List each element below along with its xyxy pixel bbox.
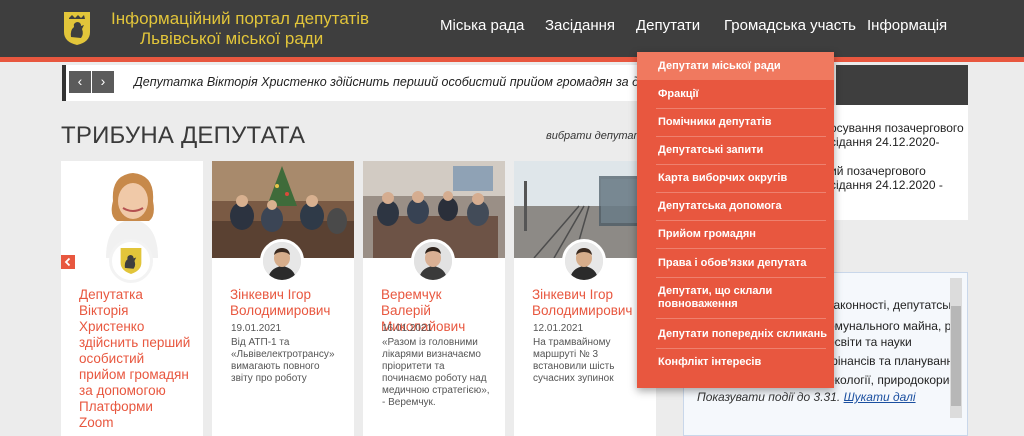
- event-item[interactable]: екології, природокорис: [828, 373, 955, 387]
- ticker-headline[interactable]: Депутатка Вікторія Христенко здійснить п…: [134, 75, 682, 89]
- lviv-coat-of-arms-icon: [120, 248, 142, 274]
- menu-separator: [656, 192, 826, 193]
- menu-item-citizen-reception[interactable]: Прийом громадян: [637, 228, 834, 241]
- person-avatar-icon: [414, 242, 452, 280]
- menu-item-deputy-requests[interactable]: Депутатські запити: [637, 144, 834, 157]
- card-deputy-name[interactable]: Зінкевич Ігор Володимирович: [532, 287, 642, 319]
- nav-information[interactable]: Інформація: [867, 17, 947, 34]
- card-summary[interactable]: «Разом із головними лікарями визначаємо …: [382, 337, 494, 409]
- lviv-coat-of-arms-icon[interactable]: [62, 10, 92, 46]
- menu-item-assistants[interactable]: Помічники депутатів: [637, 116, 834, 129]
- announcements-panel: осування позачергового сідання 24.12.202…: [830, 105, 968, 220]
- lviv-logo-avatar: [109, 239, 153, 283]
- menu-item-deputy-assistance[interactable]: Депутатська допомога: [637, 200, 834, 213]
- ticker-prev-button[interactable]: ‹: [69, 71, 91, 93]
- card-summary[interactable]: На трамвайному маршруті № 3 встановили ш…: [533, 337, 625, 385]
- carousel-prev-button[interactable]: [61, 255, 75, 269]
- menu-separator: [656, 248, 826, 249]
- deputy-card[interactable]: Депутатка Вікторія Христенко здійснить п…: [61, 161, 203, 436]
- section-title: ТРИБУНА ДЕПУТАТА: [61, 122, 306, 149]
- menu-separator: [656, 277, 826, 278]
- site-header: Інформаційний портал депутатів Львівсько…: [0, 0, 1024, 57]
- events-footer-text: Показувати події до 3.31.: [697, 390, 841, 404]
- deputies-dropdown-menu: Депутати міської ради Фракції Помічники …: [637, 52, 834, 388]
- menu-separator: [656, 220, 826, 221]
- card-summary[interactable]: Від АТП-1 та «Львівелектротрансу» вимага…: [231, 337, 343, 385]
- announcement-line[interactable]: сідання 24.12.2020 -: [830, 178, 943, 193]
- card-date: 19.01.2021: [231, 323, 282, 334]
- menu-item-rights-duties[interactable]: Права і обов'язки депутата: [637, 257, 834, 270]
- card-date: 12.01.2021: [533, 323, 584, 334]
- news-ticker: ‹ › Депутатка Вікторія Христенко здійсни…: [62, 65, 682, 101]
- deputy-avatar: [411, 239, 455, 283]
- menu-item-factions[interactable]: Фракції: [637, 88, 834, 101]
- deputy-card[interactable]: Веремчук Валерій Миколайович 16.01.2021 …: [363, 161, 505, 436]
- header-accent-line: [0, 57, 1024, 62]
- announcement-line[interactable]: сідання 24.12.2020-: [830, 135, 939, 150]
- events-scrollbar-thumb[interactable]: [951, 306, 961, 406]
- brand-title[interactable]: Інформаційний портал депутатів: [111, 9, 369, 29]
- nav-public-participation[interactable]: Громадська участь: [724, 17, 856, 34]
- menu-separator: [656, 318, 826, 319]
- menu-item-resigned-deputies[interactable]: Депутати, що склали повноваження: [637, 285, 822, 311]
- menu-separator: [656, 348, 826, 349]
- deputy-avatar: [562, 239, 606, 283]
- events-footer: Показувати події до 3.31. Шукати далі: [697, 390, 916, 404]
- brand-subtitle[interactable]: Львівської міської ради: [140, 29, 323, 49]
- card-title[interactable]: Депутатка Вікторія Христенко здійснить п…: [79, 287, 191, 431]
- deputy-card[interactable]: Зінкевич Ігор Володимирович 19.01.2021 В…: [212, 161, 354, 436]
- nav-deputies[interactable]: Депутати: [636, 17, 700, 34]
- event-item[interactable]: фінансів та планування: [828, 354, 960, 368]
- menu-item-conflict-of-interest[interactable]: Конфлікт інтересів: [637, 356, 834, 369]
- right-panel-header: [836, 65, 968, 105]
- announcement-line[interactable]: ий позачергового: [830, 164, 926, 179]
- chevron-left-icon: [64, 257, 71, 267]
- menu-separator: [656, 164, 826, 165]
- search-more-link[interactable]: Шукати далі: [844, 390, 916, 404]
- announcement-line[interactable]: осування позачергового: [830, 121, 964, 136]
- card-deputy-name[interactable]: Зінкевич Ігор Володимирович: [230, 287, 350, 319]
- deputy-card[interactable]: Зінкевич Ігор Володимирович 12.01.2021 Н…: [514, 161, 656, 436]
- deputy-avatar: [260, 239, 304, 283]
- person-avatar-icon: [565, 242, 603, 280]
- nav-city-council[interactable]: Міська рада: [440, 17, 524, 34]
- nav-sessions[interactable]: Засідання: [545, 17, 615, 34]
- menu-item-districts-map[interactable]: Карта виборчих округів: [637, 172, 834, 185]
- event-item[interactable]: омунального майна, р: [828, 319, 951, 333]
- menu-item-previous-convocations[interactable]: Депутати попередніх скликань: [637, 328, 834, 341]
- choose-deputy-link[interactable]: вибрати депутата: [546, 130, 649, 142]
- event-item[interactable]: законності, депутатськ: [828, 298, 954, 312]
- menu-item-council-deputies[interactable]: Депутати міської ради: [637, 52, 834, 80]
- ticker-next-button[interactable]: ›: [92, 71, 114, 93]
- menu-separator: [656, 136, 826, 137]
- menu-separator: [656, 108, 826, 109]
- event-item[interactable]: освіти та науки: [828, 335, 912, 349]
- person-avatar-icon: [263, 242, 301, 280]
- card-date: 16.01.2021: [382, 323, 433, 334]
